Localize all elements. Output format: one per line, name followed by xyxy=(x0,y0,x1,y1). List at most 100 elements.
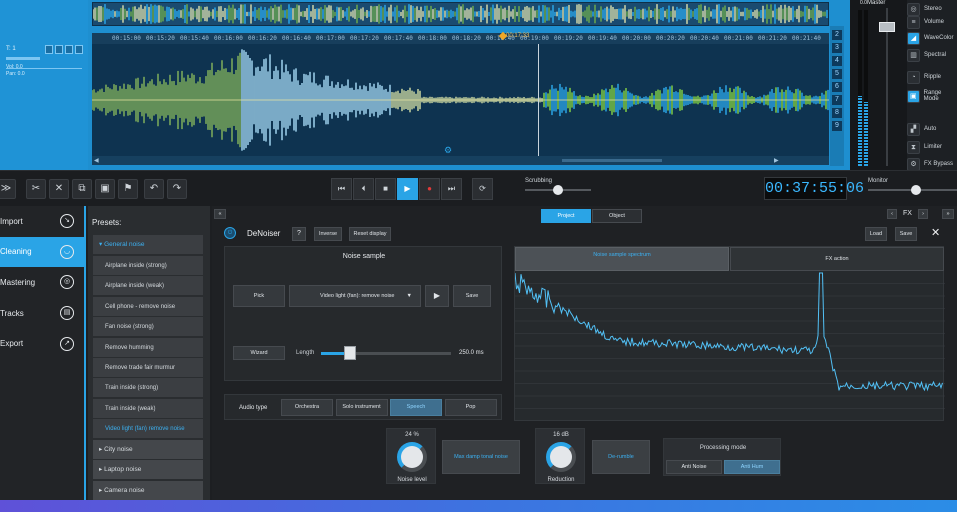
view-option-label: WaveColor xyxy=(924,35,954,41)
playhead[interactable] xyxy=(538,44,539,156)
audio-type-speech[interactable]: Speech xyxy=(390,399,442,416)
go-start-icon[interactable]: ⏮ xyxy=(331,178,352,200)
master-fader[interactable] xyxy=(879,22,895,32)
tab-object[interactable]: Object xyxy=(592,209,642,223)
go-end-icon[interactable]: ⏭ xyxy=(441,178,462,200)
nav-item-tracks[interactable]: Tracks ▤ xyxy=(0,298,84,328)
view-option-spectral[interactable]: ▥ Spectral xyxy=(907,46,957,64)
preset-item[interactable]: Remove humming xyxy=(93,337,203,358)
load-button[interactable]: Load xyxy=(865,227,887,241)
preset-item[interactable]: Train inside (strong) xyxy=(93,378,203,399)
play-icon[interactable]: ▶ xyxy=(397,178,418,200)
settings-gear-icon[interactable]: ⚙ xyxy=(444,146,452,155)
view-option-wavecolor[interactable]: ◢ WaveColor xyxy=(907,29,957,47)
scroll-left-icon[interactable]: ◀ xyxy=(94,157,99,164)
zoom-level-button[interactable]: 9 xyxy=(832,121,842,131)
audio-type-pop[interactable]: Pop xyxy=(444,399,497,416)
collapse-panel-icon[interactable]: « xyxy=(214,209,226,219)
nav-item-cleaning[interactable]: Cleaning ◡ xyxy=(0,236,84,267)
preset-category[interactable]: ▸ Camera noise xyxy=(93,480,203,501)
track-btn-s[interactable] xyxy=(45,45,53,54)
reduction-knob[interactable] xyxy=(546,442,576,472)
nav-item-label: Tracks xyxy=(0,308,24,318)
inverse-button[interactable]: Inverse xyxy=(314,227,342,241)
zoom-level-button[interactable]: 5 xyxy=(832,69,842,79)
tab-fx-action[interactable]: FX action xyxy=(730,247,944,271)
zoom-level-button[interactable]: 4 xyxy=(832,56,842,66)
prev-fx-icon[interactable]: ‹ xyxy=(887,209,897,219)
zoom-level-button[interactable]: 2 xyxy=(832,30,842,40)
length-handle[interactable] xyxy=(343,346,356,360)
prev-icon[interactable]: ⏴ xyxy=(353,178,374,200)
scroll-right-icon[interactable]: ▶ xyxy=(774,157,779,164)
redo-icon[interactable]: ↷ xyxy=(167,179,187,199)
play-sample-icon[interactable]: ▶ xyxy=(425,285,449,307)
scroll-thumb[interactable] xyxy=(562,159,662,162)
copy-icon[interactable]: ⧉ xyxy=(72,179,92,199)
time-ruler[interactable]: 00:15:00 00:15:20 00:15:40 00:16:00 00:16:20… xyxy=(92,33,829,44)
preset-category[interactable]: ▸ Laptop noise xyxy=(93,460,203,481)
view-option-auto[interactable]: ▞ Auto xyxy=(907,120,957,138)
preset-item[interactable]: Airplane inside (strong) xyxy=(93,256,203,276)
help-button[interactable]: ? xyxy=(292,227,306,241)
nav-item-import[interactable]: Import ↘ xyxy=(0,206,84,236)
preset-item[interactable]: Cell phone - remove noise xyxy=(93,296,203,317)
zoom-level-button[interactable]: 8 xyxy=(832,108,842,118)
save-preset-button[interactable]: Save xyxy=(895,227,917,241)
wizard-button[interactable]: Wizard xyxy=(233,346,285,360)
vertical-zoom-bar[interactable]: 2 3 4 5 6 7 8 9 xyxy=(830,26,844,166)
track-btn-fx[interactable] xyxy=(65,45,73,54)
tab-noise-spectrum[interactable]: Noise sample spectrum xyxy=(515,247,729,271)
reset-display-button[interactable]: Reset display xyxy=(349,227,391,241)
sample-select[interactable]: Video light (fan): remove noise ▼ xyxy=(289,285,421,307)
overview-waveform[interactable] xyxy=(92,2,829,26)
waveform-scrollbar[interactable]: ◀ ▶ xyxy=(92,156,829,165)
preset-category-general[interactable]: ▾ General noise xyxy=(93,235,203,255)
preset-category[interactable]: ▸ City noise xyxy=(93,440,203,460)
tab-project[interactable]: Project xyxy=(541,209,591,223)
mode-anti-noise[interactable]: Anti Noise xyxy=(666,460,722,474)
noise-level-knob[interactable] xyxy=(397,442,427,472)
track-slider[interactable] xyxy=(6,68,82,69)
expand-panel-icon[interactable]: » xyxy=(942,209,954,219)
power-icon[interactable]: ⏻ xyxy=(224,227,236,239)
delete-icon[interactable]: ✕ xyxy=(49,179,69,199)
preset-item[interactable]: Train inside (weak) xyxy=(93,398,203,419)
preset-item[interactable]: Remove trade fair murmur xyxy=(93,358,203,378)
pick-button[interactable]: Pick xyxy=(233,285,285,307)
loop-icon[interactable]: ⟳ xyxy=(472,178,493,200)
zoom-level-button[interactable]: 3 xyxy=(832,43,842,53)
collapse-icon[interactable]: ≫ xyxy=(0,179,16,199)
preset-item[interactable]: Airplane inside (weak) xyxy=(93,276,203,297)
view-option-range[interactable]: ▣ Range Mode xyxy=(907,87,957,105)
track-btn-rec[interactable] xyxy=(75,45,83,54)
nav-item-export[interactable]: Export ↗ xyxy=(0,329,84,359)
length-slider[interactable] xyxy=(321,352,451,355)
nav-item-mastering[interactable]: Mastering ◎ xyxy=(0,267,84,297)
undo-icon[interactable]: ↶ xyxy=(144,179,164,199)
next-fx-icon[interactable]: › xyxy=(918,209,928,219)
sample-save-button[interactable]: Save xyxy=(453,285,491,307)
preset-item[interactable]: Video light (fan) remove noise xyxy=(93,419,203,440)
audio-type-orchestra[interactable]: Orchestra xyxy=(281,399,333,416)
scrubbing-handle[interactable] xyxy=(553,185,563,195)
track-btn-m[interactable] xyxy=(55,45,63,54)
close-icon[interactable]: ✕ xyxy=(931,226,940,239)
paste-icon[interactable]: ▣ xyxy=(95,179,115,199)
view-option-limiter[interactable]: ⧗ Limiter xyxy=(907,138,957,156)
scissors-icon[interactable]: ✂ xyxy=(26,179,46,199)
view-option-ripple[interactable]: ◔ Ripple xyxy=(907,68,957,86)
zoom-level-button[interactable]: 6 xyxy=(832,82,842,92)
preset-item[interactable]: Fan noise (strong) xyxy=(93,317,203,338)
record-icon[interactable]: ● xyxy=(419,178,440,200)
stop-icon[interactable]: ■ xyxy=(375,178,396,200)
zoom-level-button[interactable]: 7 xyxy=(832,95,842,105)
track-volume-bar[interactable] xyxy=(6,57,40,60)
monitor-handle[interactable] xyxy=(911,185,921,195)
flag-icon[interactable]: ⚑ xyxy=(118,179,138,199)
max-damp-button[interactable]: Max damp tonal noise xyxy=(442,440,520,474)
de-rumble-button[interactable]: De-rumble xyxy=(592,440,650,474)
main-waveform[interactable]: ⚙ xyxy=(91,44,829,156)
audio-type-solo-instrument[interactable]: Solo instrument xyxy=(335,399,388,416)
mode-anti-hum[interactable]: Anti Hum xyxy=(724,460,780,474)
